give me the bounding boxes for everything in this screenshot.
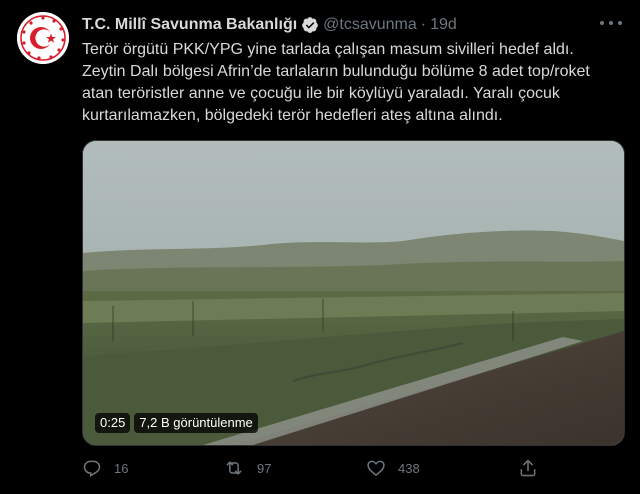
author-name[interactable]: T.C. Millî Savunma Bakanlığı	[82, 16, 297, 34]
more-icon[interactable]	[600, 16, 622, 30]
retweet-icon	[226, 461, 242, 475]
avatar[interactable]	[17, 12, 69, 64]
video-duration: 0:25	[95, 413, 131, 433]
reply-icon	[83, 460, 101, 478]
reply-count: 16	[114, 460, 129, 476]
tweet-text: Terör örgütü PKK/YPG yine tarlada çalışa…	[82, 41, 590, 124]
like-button[interactable]: 438	[366, 458, 420, 478]
author-handle[interactable]: @tcsavunma	[323, 16, 417, 34]
retweet-count: 97	[257, 460, 272, 476]
like-icon	[367, 460, 385, 477]
like-count: 438	[398, 460, 420, 476]
action-bar: 16 97 438	[82, 458, 552, 480]
share-button[interactable]	[518, 458, 538, 478]
tweet-time[interactable]: 19d	[430, 16, 457, 34]
reply-button[interactable]: 16	[82, 458, 128, 478]
video-player[interactable]: 0:25 7,2 B görüntülenme	[82, 140, 625, 446]
tweet-header: T.C. Millî Savunma Bakanlığı @tcsavunma …	[82, 14, 457, 36]
header-separator: ·	[420, 16, 427, 33]
crescent-star-logo-icon	[17, 12, 69, 64]
video-views: 7,2 B görüntülenme	[134, 413, 258, 433]
tweet[interactable]: T.C. Millî Savunma Bakanlığı @tcsavunma …	[0, 0, 640, 494]
retweet-button[interactable]: 97	[223, 458, 271, 478]
video-thumbnail	[83, 141, 624, 445]
video-overlay: 0:25 7,2 B görüntülenme	[95, 413, 258, 433]
share-icon	[520, 459, 536, 477]
verified-badge-icon	[301, 16, 319, 34]
